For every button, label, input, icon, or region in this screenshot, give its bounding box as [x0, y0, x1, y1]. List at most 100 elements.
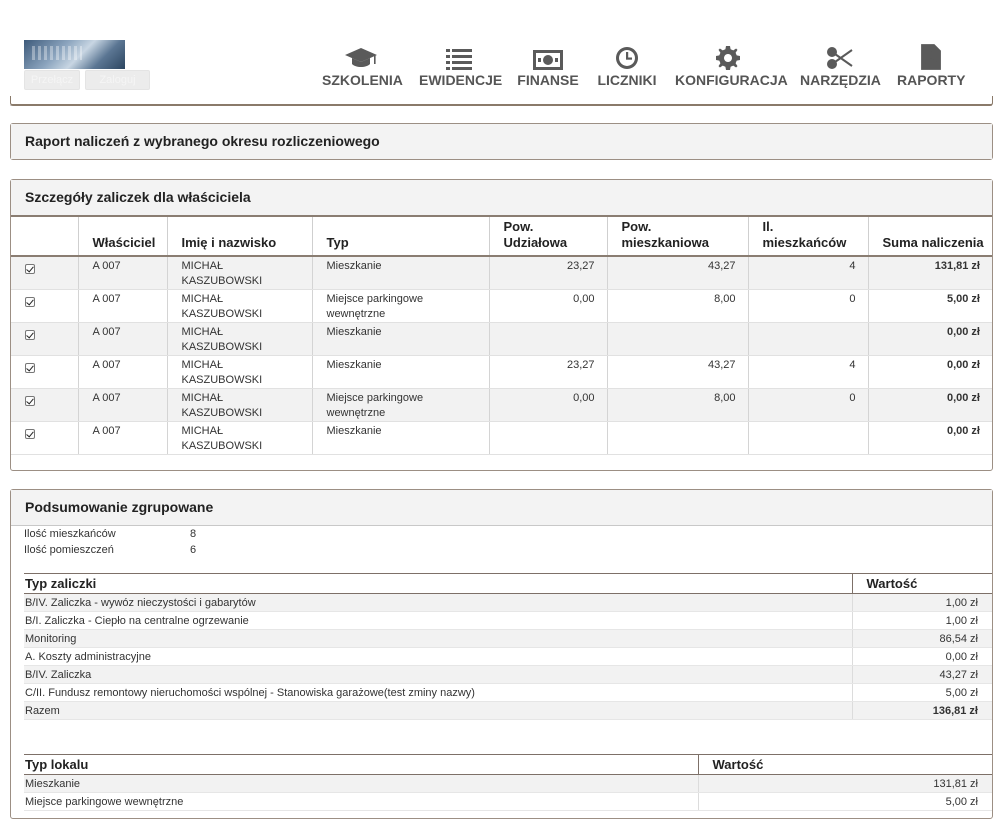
column-header[interactable]: Il. mieszkańców	[747, 215, 868, 257]
table-row: A 007 MICHAŁ KASZUBOWSKI Mieszkanie 0,00 zł	[11, 322, 992, 356]
share-area-cell: 0,00	[488, 388, 607, 422]
column-header[interactable]: Imię i nazwisko	[166, 215, 312, 257]
row-checkbox[interactable]	[25, 264, 35, 274]
nav-konfiguracja[interactable]: KONFIGURACJA	[675, 44, 788, 90]
table-row: B/IV. Zaliczka - wywóz nieczystości i ga…	[24, 593, 992, 612]
row-checkbox[interactable]	[25, 363, 35, 373]
nav-finanse[interactable]: FINANSE	[517, 44, 579, 90]
table-header-row: Właściciel Imię i nazwisko Typ Pow. Udzi…	[11, 215, 992, 257]
value-cell: 5,00 zł	[851, 683, 992, 702]
login-button[interactable]: Zaloguj	[85, 70, 150, 90]
name-cell: MICHAŁ KASZUBOWSKI	[166, 256, 312, 290]
column-header: Typ lokalu	[24, 754, 698, 775]
nav-raporty[interactable]: RAPORTY	[897, 44, 965, 90]
unit-type-cell: Miejsce parkingowe wewnętrzne	[24, 792, 698, 811]
sum-cell: 0,00 zł	[867, 421, 992, 455]
row-checkbox-cell	[11, 322, 78, 356]
nav-narzedzia[interactable]: NARZĘDZIA	[800, 44, 881, 90]
row-checkbox-cell	[11, 421, 78, 455]
nav-label: LICZNIKI	[597, 72, 657, 88]
header-divider	[10, 96, 993, 106]
unit-type-table: Typ lokalu Wartość Mieszkanie 131,81 zł Mi…	[24, 754, 992, 811]
value-cell: 43,27 zł	[851, 665, 992, 684]
table-row: Mieszkanie 131,81 zł	[24, 774, 992, 793]
table-row: A. Koszty administracyjne 0,00 zł	[24, 647, 992, 666]
advance-type-cell: B/IV. Zaliczka	[24, 665, 852, 684]
column-header[interactable]: Pow. mieszkaniowa	[606, 215, 748, 257]
advance-type-cell: B/IV. Zaliczka - wywóz nieczystości i ga…	[24, 593, 852, 612]
share-area-cell	[488, 421, 607, 455]
money-icon	[517, 44, 579, 70]
column-header[interactable]: Właściciel	[77, 215, 167, 257]
table-row: A 007 MICHAŁ KASZUBOWSKI Miejsce parkingow…	[11, 388, 992, 422]
value-cell: 136,81 zł	[851, 701, 992, 720]
row-checkbox[interactable]	[25, 330, 35, 340]
advance-type-cell: Razem	[24, 701, 852, 720]
table-row: A 007 MICHAŁ KASZUBOWSKI Mieszkanie 23,27 43…	[11, 256, 992, 290]
table-row: B/IV. Zaliczka 43,27 zł	[24, 665, 992, 684]
name-cell: MICHAŁ KASZUBOWSKI	[166, 355, 312, 389]
column-header[interactable]: Typ	[311, 215, 489, 257]
value-cell: 1,00 zł	[851, 593, 992, 612]
sum-cell: 131,81 zł	[867, 256, 992, 290]
owner-cell: A 007	[77, 388, 167, 422]
value-cell: 0,00 zł	[851, 647, 992, 666]
row-checkbox[interactable]	[25, 297, 35, 307]
table-row: A 007 MICHAŁ KASZUBOWSKI Mieszkanie 0,00 zł	[11, 421, 992, 455]
row-checkbox-cell	[11, 388, 78, 422]
living-area-cell	[606, 421, 748, 455]
living-area-cell: 8,00	[606, 289, 748, 323]
column-header: Wartość	[697, 754, 992, 775]
table-header-row: Typ lokalu Wartość	[24, 754, 992, 775]
advance-type-cell: Monitoring	[24, 629, 852, 648]
sum-cell: 0,00 zł	[867, 355, 992, 389]
row-checkbox-cell	[11, 289, 78, 323]
living-area-cell: 43,27	[606, 256, 748, 290]
owner-cell: A 007	[77, 322, 167, 356]
nav-label: SZKOLENIA	[322, 72, 403, 88]
table-row: B/I. Zaliczka - Ciepło na centralne ogrz…	[24, 611, 992, 630]
share-area-cell: 23,27	[488, 355, 607, 389]
nav-label: NARZĘDZIA	[800, 72, 881, 88]
report-title-panel: Raport naliczeń z wybranego okresu rozli…	[10, 123, 993, 160]
name-cell: MICHAŁ KASZUBOWSKI	[166, 289, 312, 323]
living-area-cell: 43,27	[606, 355, 748, 389]
value-cell: 5,00 zł	[697, 792, 992, 811]
row-checkbox[interactable]	[25, 429, 35, 439]
stat-value: 6	[190, 544, 197, 556]
nav-liczniki[interactable]: LICZNIKI	[597, 44, 657, 90]
residents-cell	[747, 322, 868, 356]
row-checkbox-cell	[11, 355, 78, 389]
stat-label: Ilość pomieszczeń	[24, 544, 114, 556]
row-checkbox[interactable]	[25, 396, 35, 406]
advance-type-cell: C/II. Fundusz remontowy nieruchomości ws…	[24, 683, 852, 702]
owner-cell: A 007	[77, 256, 167, 290]
value-cell: 131,81 zł	[697, 774, 992, 793]
residents-cell: 0	[747, 388, 868, 422]
company-logo[interactable]	[24, 40, 125, 69]
pdf-file-icon	[897, 44, 965, 70]
gear-icon	[675, 44, 781, 70]
residents-cell: 4	[747, 256, 868, 290]
graduation-cap-icon	[322, 44, 400, 70]
table-row: A 007 MICHAŁ KASZUBOWSKI Miejsce parkingow…	[11, 289, 992, 323]
owner-cell: A 007	[77, 289, 167, 323]
switch-button[interactable]: Przełącz	[24, 70, 80, 90]
summary-title: Podsumowanie zgrupowane	[11, 490, 992, 526]
column-header[interactable]: Suma naliczenia	[867, 215, 992, 257]
table-row: Monitoring 86,54 zł	[24, 629, 992, 648]
type-cell: Miejsce parkingowe wewnętrzne	[311, 289, 489, 323]
nav-szkolenia[interactable]: SZKOLENIA	[322, 44, 403, 90]
name-cell: MICHAŁ KASZUBOWSKI	[166, 322, 312, 356]
living-area-cell: 8,00	[606, 388, 748, 422]
nav-label: RAPORTY	[897, 72, 966, 88]
column-header[interactable]: Pow. Udziałowa	[488, 215, 607, 257]
type-cell: Mieszkanie	[311, 322, 489, 356]
table-row: Miejsce parkingowe wewnętrzne 5,00 zł	[24, 792, 992, 811]
sum-cell: 0,00 zł	[867, 388, 992, 422]
scissors-icon	[800, 44, 880, 70]
residents-cell: 4	[747, 355, 868, 389]
nav-ewidencje[interactable]: EWIDENCJE	[419, 44, 502, 90]
share-area-cell	[488, 322, 607, 356]
value-cell: 1,00 zł	[851, 611, 992, 630]
